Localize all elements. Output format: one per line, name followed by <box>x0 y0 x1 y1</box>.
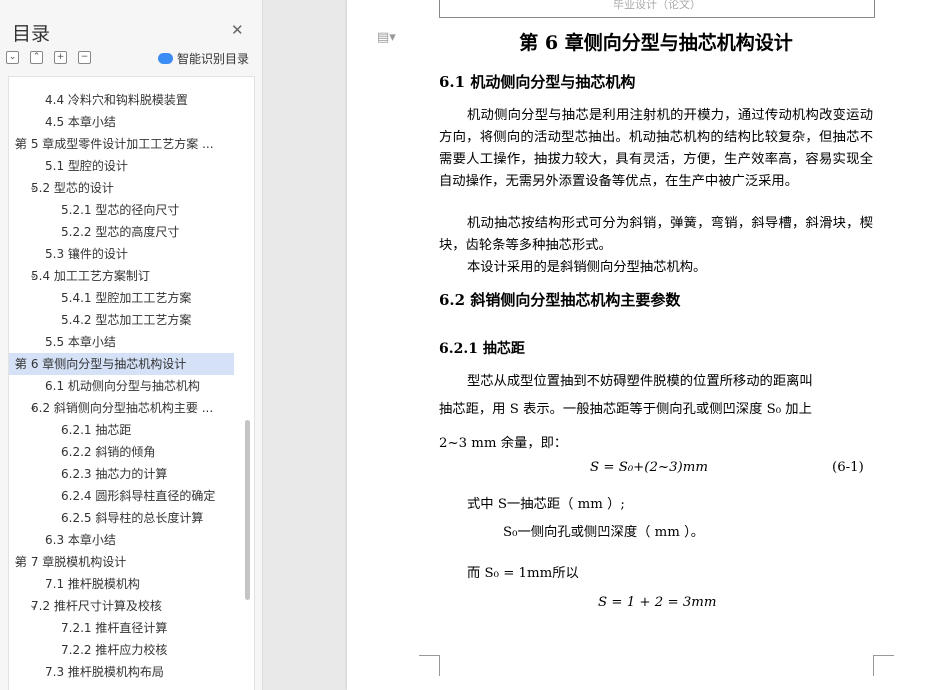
toc-item[interactable]: ⌄ 第 6 章侧向分型与抽芯机构设计 <box>9 353 234 375</box>
toc-item[interactable]: 5.2.2 型芯的高度尺寸 <box>9 221 234 243</box>
toc-item-label: 7.1 推杆脱模机构 <box>45 577 140 591</box>
toc-item[interactable]: 5.5 本章小结 <box>9 331 234 353</box>
paragraph: 机动侧向分型与抽芯是利用注射机的开模力，通过传动机构改变运动方向，将侧向的活动型… <box>439 108 873 189</box>
formula: S = S₀+(2~3)mm <box>590 460 708 475</box>
toc-item[interactable]: 6.2.2 斜销的倾角 <box>9 441 234 463</box>
toc-item-label: 4.5 本章小结 <box>45 115 116 129</box>
subsection-heading: 6.2.1 抽芯距 <box>439 341 525 357</box>
toc-item[interactable]: 7.3 推杆脱模机构布局 <box>9 661 234 683</box>
toc-item[interactable]: 7.1 推杆脱模机构 <box>9 573 234 595</box>
cloud-icon <box>158 53 173 64</box>
toc-item[interactable]: ⌄ 第 7 章脱模机构设计 <box>9 551 234 573</box>
toc-item-label: 6.2.2 斜销的倾角 <box>61 445 156 459</box>
paragraph: 机动抽芯按结构形式可分为斜销，弹簧，弯销，斜导槽，斜滑块，楔块，齿轮条等多种抽芯… <box>439 216 873 253</box>
toc-item-label: 5.4 加工工艺方案制订 <box>31 269 150 283</box>
toc-list: 4.4 冷料穴和钩料脱模装置 4.5 本章小结 ⌄ 第 5 章成型零件设计加工工艺方案… <box>8 76 255 690</box>
toc-item[interactable]: ⌄ 5.2 型芯的设计 <box>9 177 234 199</box>
toc-item-label: 5.5 本章小结 <box>45 335 116 349</box>
toc-item[interactable]: ⌄ 6.2 斜销侧向分型抽芯机构主要 ... <box>9 397 234 419</box>
text-line: 抽芯距，用 S 表示。一般抽芯距等于侧向孔或侧凹深度 S₀ 加上 <box>439 402 812 417</box>
toc-scrollbar[interactable] <box>245 420 250 600</box>
toc-item-label: 6.2.1 抽芯距 <box>61 423 132 437</box>
text-line: 而 S₀ = 1mm所以 <box>467 566 579 581</box>
toc-item-label: 7.2.2 推杆应力校核 <box>61 643 168 657</box>
toc-panel: 目录 ✕ ⌄ ⌃ + − 智能识别目录 4.4 冷料穴和钩料脱模装置 4.5 本章… <box>0 0 263 690</box>
toc-item[interactable]: 5.2.1 型芯的径向尺寸 <box>9 199 234 221</box>
toc-item[interactable]: 6.2.5 斜导柱的总长度计算 <box>9 507 234 529</box>
document-page <box>347 0 935 690</box>
text-line: S₀一侧向孔或侧凹深度（ mm ）。 <box>503 525 705 540</box>
collapse-all-icon[interactable]: ⌄ <box>6 51 19 64</box>
toc-item[interactable]: ⌄ 5.4 加工工艺方案制订 <box>9 265 234 287</box>
expand-icon[interactable]: ⌃ <box>30 51 43 64</box>
toc-item-label: 7.2 推杆尺寸计算及校核 <box>31 599 162 613</box>
document-area <box>263 0 935 690</box>
paragraph: 本设计采用的是斜销侧向分型抽芯机构。 <box>467 260 707 275</box>
smart-toc-label: 智能识别目录 <box>177 52 250 66</box>
toc-item[interactable]: 6.3 本章小结 <box>9 529 234 551</box>
close-icon[interactable]: ✕ <box>231 21 244 39</box>
toc-item-label: 6.1 机动侧向分型与抽芯机构 <box>45 379 200 393</box>
toc-item[interactable]: 6.2.1 抽芯距 <box>9 419 234 441</box>
page-header: 毕业设计（论文） <box>439 0 875 18</box>
toc-item-label: 7.2.1 推杆直径计算 <box>61 621 168 635</box>
toc-item-label: 5.2.2 型芯的高度尺寸 <box>61 225 180 239</box>
add-heading-icon[interactable]: + <box>54 51 67 64</box>
toc-item-label: 6.2.3 抽芯力的计算 <box>61 467 168 481</box>
toc-item-label: 6.2.4 圆形斜导柱直径的确定 <box>61 489 216 503</box>
toc-item[interactable]: 5.4.1 型腔加工工艺方案 <box>9 287 234 309</box>
toc-item[interactable]: 7.2.1 推杆直径计算 <box>9 617 234 639</box>
toc-item[interactable]: 6.1 机动侧向分型与抽芯机构 <box>9 375 234 397</box>
section-heading: 6.1 机动侧向分型与抽芯机构 <box>439 73 636 91</box>
text-line: 2~3 mm 余量，即： <box>439 436 568 451</box>
formula-number: (6-1) <box>832 460 864 475</box>
document-icon[interactable]: ▤▾ <box>377 30 396 45</box>
toc-item-label: 6.3 本章小结 <box>45 533 116 547</box>
toc-item-label: 6.2 斜销侧向分型抽芯机构主要 ... <box>31 401 214 415</box>
crop-mark <box>873 655 894 676</box>
text-line: 型芯从成型位置抽到不妨碍塑件脱模的位置所移动的距离叫 <box>467 374 813 389</box>
toc-item-label: 5.2 型芯的设计 <box>31 181 114 195</box>
toc-item[interactable]: ⌄ 7.2 推杆尺寸计算及校核 <box>9 595 234 617</box>
formula: S = 1 + 2 = 3mm <box>598 595 717 610</box>
toc-item-label: 第 5 章成型零件设计加工工艺方案 ... <box>15 137 214 151</box>
remove-heading-icon[interactable]: − <box>78 51 91 64</box>
smart-toc-button[interactable]: 智能识别目录 <box>158 50 249 67</box>
toc-item-label: 6.2.5 斜导柱的总长度计算 <box>61 511 204 525</box>
toc-item[interactable]: 6.2.3 抽芯力的计算 <box>9 463 234 485</box>
toc-item[interactable]: 5.1 型腔的设计 <box>9 155 234 177</box>
toc-item-label: 5.1 型腔的设计 <box>45 159 128 173</box>
toc-item[interactable]: 4.5 本章小结 <box>9 111 234 133</box>
toc-item[interactable]: 4.4 冷料穴和钩料脱模装置 <box>9 89 234 111</box>
toc-item-label: 5.4.2 型芯加工工艺方案 <box>61 313 192 327</box>
toc-item-label: 第 6 章侧向分型与抽芯机构设计 <box>15 357 187 371</box>
toc-item-label: 第 7 章脱模机构设计 <box>15 555 127 569</box>
text-line: 式中 S一抽芯距（ mm ）; <box>467 497 625 512</box>
toc-item[interactable]: 5.3 镶件的设计 <box>9 243 234 265</box>
toc-item[interactable]: 7.2.2 推杆应力校核 <box>9 639 234 661</box>
toc-item-label: 4.4 冷料穴和钩料脱模装置 <box>45 93 188 107</box>
toc-item-label: 5.4.1 型腔加工工艺方案 <box>61 291 192 305</box>
section-heading: 6.2 斜销侧向分型抽芯机构主要参数 <box>439 291 681 309</box>
chapter-title: 第 6 章侧向分型与抽芯机构设计 <box>519 32 793 54</box>
toc-item[interactable]: ⌄ 第 5 章成型零件设计加工工艺方案 ... <box>9 133 234 155</box>
header-text: 毕业设计（论文） <box>613 0 701 11</box>
toc-item[interactable]: 6.2.4 圆形斜导柱直径的确定 <box>9 485 234 507</box>
toc-item[interactable]: 5.4.2 型芯加工工艺方案 <box>9 309 234 331</box>
toc-item-label: 7.3 推杆脱模机构布局 <box>45 665 164 679</box>
toc-item-label: 5.3 镶件的设计 <box>45 247 128 261</box>
crop-mark <box>419 655 440 676</box>
toc-title: 目录 <box>12 23 51 45</box>
toc-item-label: 5.2.1 型芯的径向尺寸 <box>61 203 180 217</box>
